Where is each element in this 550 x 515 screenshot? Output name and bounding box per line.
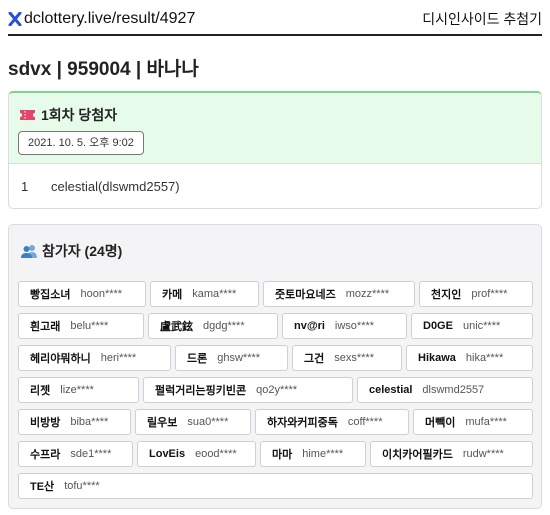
participant-id: mufa****	[465, 416, 507, 428]
participant-nick: 천지인	[431, 289, 462, 301]
participant-chip[interactable]: 빵집소녀 hoon****	[18, 281, 146, 307]
participant-id: rudw****	[462, 448, 504, 460]
participant-chip[interactable]: 릴우보 sua0****	[135, 409, 251, 435]
participant-nick: 흰고래	[30, 321, 61, 333]
participant-id: ghsw****	[217, 352, 261, 364]
participant-nick: 그건	[304, 353, 325, 365]
participant-chip[interactable]: 머빽이 mufa****	[413, 409, 533, 435]
participant-nick: 수프라	[30, 449, 61, 461]
participant-nick: 줏토마요네즈	[275, 289, 336, 301]
participant-nick: celestial	[369, 384, 413, 396]
participants-heading-label: 참가자 (24명)	[42, 243, 123, 259]
participant-nick: 헤리야뭐하니	[30, 353, 91, 365]
participant-chip[interactable]: nv@ri iwso****	[282, 313, 407, 339]
participant-chip[interactable]: 펄럭거리는핑키빈콘 qo2y****	[143, 377, 353, 403]
participant-chip[interactable]: 비방방 biba****	[18, 409, 131, 435]
participant-id: heri****	[100, 352, 137, 364]
participant-id: lize****	[60, 384, 94, 396]
participant-id: dgdg****	[203, 320, 245, 332]
participant-id: sua0****	[187, 416, 229, 428]
participant-nick: 카메	[162, 289, 183, 301]
participant-chip[interactable]: 수프라 sde1****	[18, 441, 133, 467]
participants-heading: 참가자 (24명)	[21, 241, 122, 261]
participant-id: hika****	[465, 352, 504, 364]
participant-chip[interactable]: LovEis eood****	[137, 441, 256, 467]
participant-id: belu****	[70, 320, 109, 332]
participant-chip[interactable]: celestial dlswmd2557	[357, 377, 533, 403]
participant-nick: 펄럭거리는핑키빈콘	[155, 385, 247, 397]
participant-chip[interactable]: 헤리야뭐하니 heri****	[18, 345, 171, 371]
participant-id: prof****	[471, 288, 508, 300]
participant-chip[interactable]: 줏토마요네즈 mozz****	[263, 281, 415, 307]
participant-nick: 빵집소녀	[30, 289, 71, 301]
participant-nick: 盧武鉉	[160, 321, 193, 333]
site-link[interactable]: dclottery.live/result/4927	[8, 10, 195, 28]
participant-nick: 머빽이	[425, 417, 456, 429]
winner-heading-label: 1회차 당첨자	[41, 107, 118, 123]
participant-id: iwso****	[334, 320, 375, 332]
participant-id: biba****	[70, 416, 109, 428]
participant-chip[interactable]: 하자와커피중독 coff****	[255, 409, 409, 435]
page: dclottery.live/result/4927 디시인사이드 추첨기 sd…	[0, 0, 550, 515]
participant-id: coff****	[347, 416, 383, 428]
participant-id: hoon****	[80, 288, 123, 300]
draw-time-badge: 2021. 10. 5. 오후 9:02	[18, 131, 144, 155]
site-url: dclottery.live/result/4927	[24, 10, 196, 27]
participant-id: mozz****	[345, 288, 390, 300]
participant-nick: 릴우보	[147, 417, 178, 429]
participant-nick: 리젯	[30, 385, 51, 397]
participant-id: unic****	[462, 320, 501, 332]
participant-chip[interactable]: 마마 hime****	[260, 441, 366, 467]
participant-nick: 하자와커피중독	[267, 417, 338, 429]
participant-chip[interactable]: 흰고래 belu****	[18, 313, 144, 339]
winner-card: 1회차 당첨자 2021. 10. 5. 오후 9:02 1 celestial…	[8, 91, 542, 209]
participant-nick: 이치카어필카드	[382, 449, 453, 461]
participant-nick: 드론	[187, 353, 208, 365]
participant-chip[interactable]: D0GE unic****	[411, 313, 533, 339]
participant-chip[interactable]: 盧武鉉 dgdg****	[148, 313, 278, 339]
participant-id: sexs****	[334, 352, 374, 364]
participant-chip[interactable]: 이치카어필카드 rudw****	[370, 441, 533, 467]
participant-nick: 마마	[272, 449, 293, 461]
logo-icon	[8, 12, 22, 26]
participant-nick: D0GE	[423, 320, 453, 332]
participant-id: eood****	[195, 448, 237, 460]
participant-nick: Hikawa	[418, 352, 456, 364]
participant-chip[interactable]: 카메 kama****	[150, 281, 259, 307]
participant-id: qo2y****	[256, 384, 298, 396]
winner-card-header: 1회차 당첨자 2021. 10. 5. 오후 9:02	[9, 93, 541, 164]
participant-chip[interactable]: 리젯 lize****	[18, 377, 139, 403]
participant-chip[interactable]: 드론 ghsw****	[175, 345, 288, 371]
participant-nick: 비방방	[30, 417, 61, 429]
participant-nick: nv@ri	[294, 320, 325, 332]
participant-nick: TE산	[30, 481, 55, 493]
participant-id: hime****	[302, 448, 344, 460]
winner-row: 1 celestial(dlswmd2557)	[21, 179, 180, 194]
participants-card: 참가자 (24명) 빵집소녀 hoon**** 카메 kama**** 줏토마요네즈…	[8, 224, 542, 509]
participant-id: tofu****	[64, 480, 100, 492]
winner-name: celestial(dlswmd2557)	[51, 179, 180, 194]
participant-chip[interactable]: Hikawa hika****	[406, 345, 533, 371]
tool-title-link[interactable]: 디시인사이드 추첨기	[422, 9, 542, 29]
winner-rank: 1	[21, 179, 29, 194]
participant-chip[interactable]: TE산 tofu****	[18, 473, 533, 499]
winner-heading: 1회차 당첨자	[19, 105, 117, 125]
participant-chip[interactable]: 천지인 prof****	[419, 281, 533, 307]
participant-id: dlswmd2557	[422, 384, 485, 396]
participant-id: kama****	[192, 288, 237, 300]
participant-chip[interactable]: 그건 sexs****	[292, 345, 402, 371]
people-icon	[21, 245, 37, 258]
participant-id: sde1****	[70, 448, 112, 460]
top-bar: dclottery.live/result/4927 디시인사이드 추첨기	[8, 4, 542, 36]
ticket-icon	[20, 110, 35, 120]
participant-nick: LovEis	[149, 448, 186, 460]
page-title: sdvx | 959004 | 바나나	[8, 59, 199, 80]
